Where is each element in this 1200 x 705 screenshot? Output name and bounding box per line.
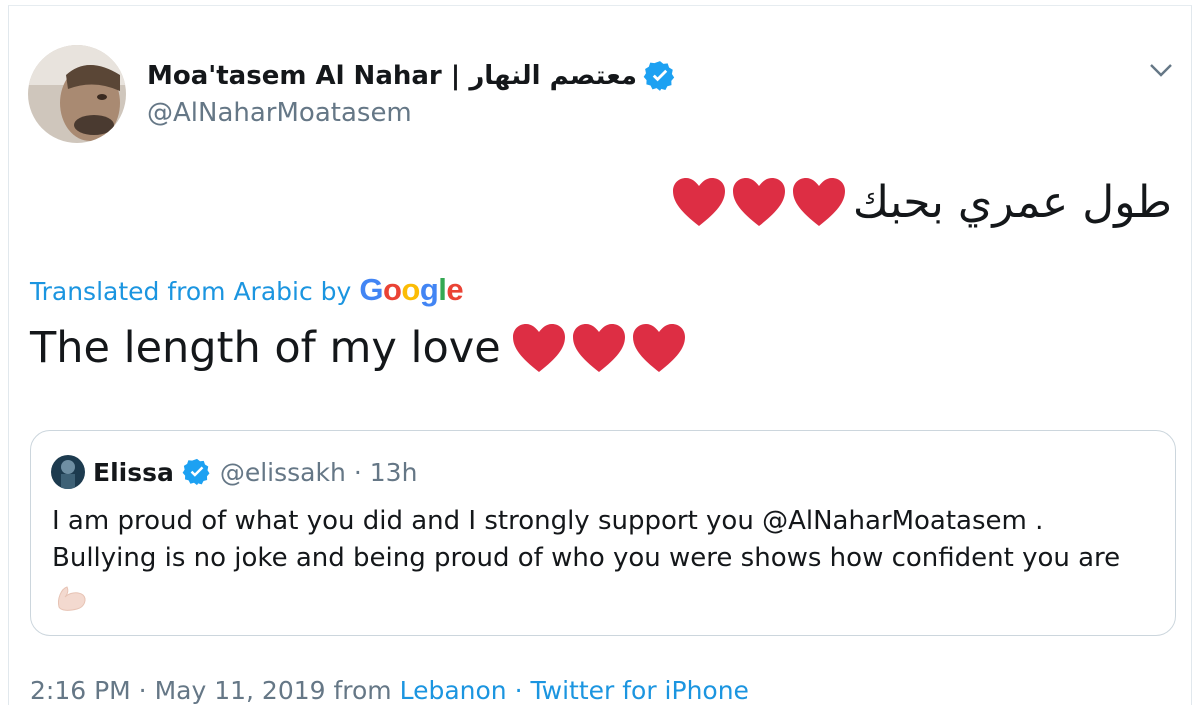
tweet-timestamp[interactable]: 2:16 PM · May 11, 2019 from <box>30 676 400 705</box>
heart-emoji-group <box>511 322 687 374</box>
separator-dot: · <box>353 457 362 487</box>
chevron-down-icon[interactable] <box>1148 60 1174 80</box>
quoted-tweet-text: I am proud of what you did and I strongl… <box>52 503 1162 577</box>
quoted-tweet[interactable]: Elissa @elissakh · 13h I am proud of wha… <box>30 430 1176 636</box>
red-heart-icon <box>732 178 785 226</box>
verified-badge-icon <box>643 61 675 91</box>
google-letter: o <box>382 272 402 307</box>
heart-emoji-group <box>671 176 847 228</box>
tweet-source-link[interactable]: Lebanon · Twitter for iPhone <box>400 676 749 705</box>
quoted-text-line: Bullying is no joke and being proud of w… <box>52 543 1121 573</box>
quoted-author-name: Elissa <box>93 457 174 487</box>
quoted-tweet-header: Elissa @elissakh · 13h <box>51 453 417 491</box>
quoted-author-handle: @elissakh <box>219 457 346 487</box>
red-heart-icon <box>672 178 725 226</box>
red-heart-icon <box>572 324 625 372</box>
google-letter: e <box>446 272 464 307</box>
quoted-author-avatar <box>51 455 85 489</box>
author-handle[interactable]: @AlNaharMoatasem <box>147 98 412 128</box>
translated-text: The length of my love <box>30 323 501 373</box>
google-letter: o <box>401 272 420 307</box>
verified-badge-icon <box>182 458 210 486</box>
tweet-text-arabic-row: طول عمري بحبك <box>671 172 1172 232</box>
translated-label[interactable]: Translated from Arabic by <box>30 277 351 306</box>
red-heart-icon <box>512 324 565 372</box>
author-name-row: Moa'tasem Al Nahar | معتصم النهار <box>147 58 677 94</box>
google-logo: Google <box>359 272 463 308</box>
tweet-text-arabic: طول عمري بحبك <box>852 176 1172 228</box>
quoted-text-line: I am proud of what you did and I strongl… <box>52 506 1044 536</box>
google-letter: G <box>359 272 383 307</box>
google-letter: g <box>419 272 439 307</box>
red-heart-icon <box>632 324 685 372</box>
flexed-biceps-icon <box>58 586 86 611</box>
translated-text-row: The length of my love <box>30 322 687 374</box>
red-heart-icon <box>792 178 845 226</box>
author-name[interactable]: Moa'tasem Al Nahar | معتصم النهار <box>147 61 637 91</box>
translation-attribution: Translated from Arabic by Google <box>30 272 464 308</box>
tweet-footer: 2:16 PM · May 11, 2019 from Lebanon · Tw… <box>30 676 749 705</box>
quoted-timestamp: 13h <box>369 457 418 487</box>
author-avatar[interactable] <box>28 45 126 143</box>
